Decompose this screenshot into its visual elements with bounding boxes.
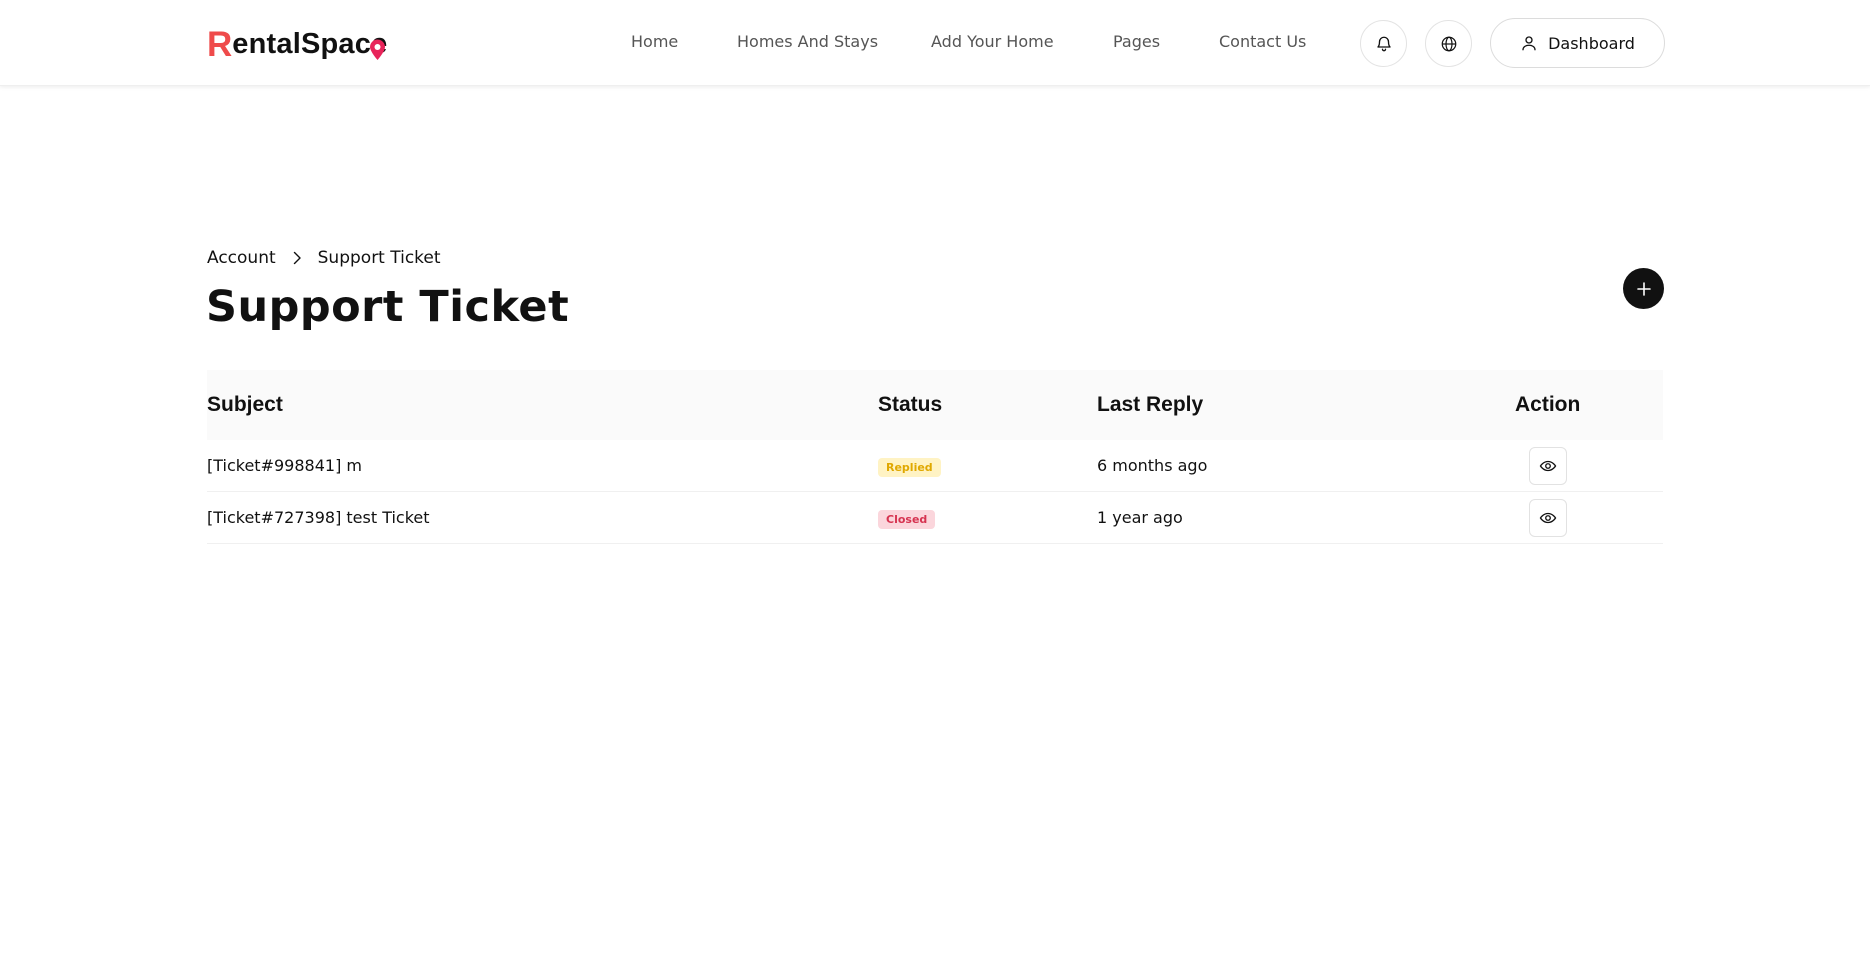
eye-icon	[1539, 512, 1557, 524]
view-ticket-button[interactable]	[1529, 447, 1567, 485]
nav-pages[interactable]: Pages	[1113, 32, 1160, 51]
page-title: Support Ticket	[206, 282, 570, 332]
globe-icon	[1441, 36, 1456, 51]
breadcrumb-account[interactable]: Account	[207, 248, 276, 268]
status-badge: Replied	[878, 458, 941, 477]
language-button[interactable]	[1425, 20, 1472, 67]
notifications-button[interactable]	[1360, 20, 1407, 67]
nav-homes-and-stays[interactable]: Homes And Stays	[737, 32, 878, 51]
dashboard-label: Dashboard	[1548, 33, 1635, 53]
logo-initial: R	[207, 24, 233, 64]
bell-icon	[1376, 36, 1391, 51]
dashboard-button[interactable]: Dashboard	[1490, 18, 1665, 68]
nav-home[interactable]: Home	[631, 32, 678, 51]
breadcrumb-support-ticket: Support Ticket	[317, 248, 441, 268]
plus-icon	[1636, 281, 1651, 296]
ticket-subject[interactable]: [Ticket#998841] m	[207, 456, 362, 475]
view-ticket-button[interactable]	[1529, 499, 1567, 537]
breadcrumb: Account Support Ticket	[207, 248, 441, 268]
location-pin-icon	[370, 39, 386, 60]
table-header: Subject Status Last Reply Action	[207, 370, 1663, 440]
nav-contact-us[interactable]: Contact Us	[1219, 32, 1306, 51]
table-row: [Ticket#998841] m Replied 6 months ago	[207, 440, 1663, 492]
tickets-table: Subject Status Last Reply Action [Ticket…	[207, 370, 1663, 544]
logo[interactable]: R entalSpac e	[207, 24, 387, 64]
ticket-subject[interactable]: [Ticket#727398] test Ticket	[207, 508, 430, 527]
column-action: Action	[1515, 393, 1581, 416]
add-ticket-button[interactable]	[1623, 268, 1664, 309]
chevron-right-icon	[293, 251, 301, 265]
eye-icon	[1539, 460, 1557, 472]
column-last-reply: Last Reply	[1097, 393, 1204, 416]
column-status: Status	[878, 393, 943, 416]
column-subject: Subject	[207, 393, 283, 416]
table-row: [Ticket#727398] test Ticket Closed 1 yea…	[207, 492, 1663, 544]
nav-add-your-home[interactable]: Add Your Home	[931, 32, 1054, 51]
user-icon	[1522, 36, 1536, 51]
last-reply: 6 months ago	[1097, 456, 1208, 475]
logo-text: entalSpac	[232, 27, 372, 60]
last-reply: 1 year ago	[1097, 508, 1183, 527]
site-header: R entalSpac e Home Homes And Stays Add Y…	[0, 0, 1870, 86]
status-badge: Closed	[878, 510, 936, 529]
